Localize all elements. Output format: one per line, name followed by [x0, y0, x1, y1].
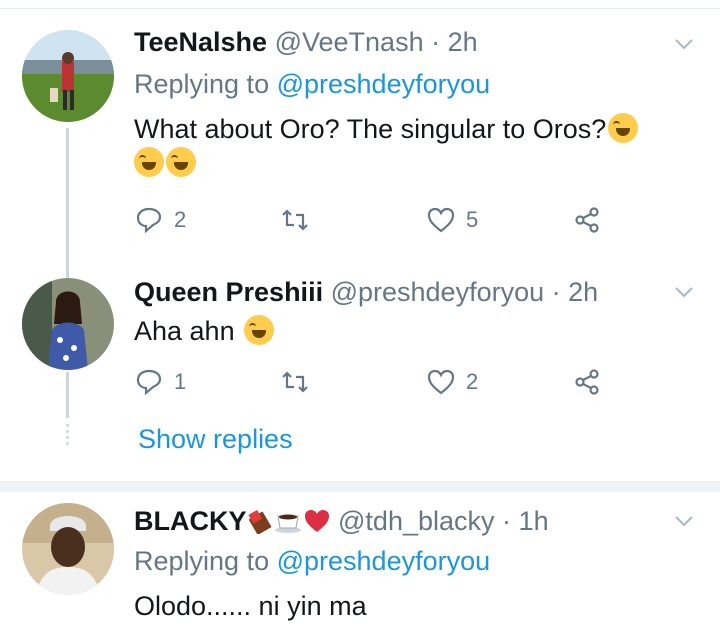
separator: ·	[551, 277, 561, 307]
display-name[interactable]: BLACKY	[134, 506, 247, 536]
separator: ·	[502, 506, 512, 536]
chevron-down-icon[interactable]	[672, 32, 696, 56]
tweet-text: Aha ahn	[134, 314, 275, 348]
tweet-text: What about Oro? The singular to Oros?	[134, 112, 639, 180]
replying-prefix: Replying to	[134, 69, 270, 99]
laughing-emoji-icon	[134, 147, 164, 177]
tweet-header: Queen Preshiii @preshdeyforyou · 2h	[134, 276, 598, 308]
retweet-icon	[282, 371, 308, 393]
separator: ·	[431, 27, 441, 57]
tweet-text-line: Olodo...... ni yin ma	[134, 591, 367, 621]
like-count: 5	[466, 207, 479, 232]
thread-line	[66, 128, 69, 278]
tweet-text-line: What about Oro? The singular to Oros?	[134, 114, 607, 144]
avatar[interactable]	[22, 278, 114, 370]
avatar[interactable]	[22, 30, 114, 122]
replying-to: Replying to @preshdeyforyou	[134, 545, 490, 577]
replying-to: Replying to @preshdeyforyou	[134, 68, 490, 100]
chocolate-icon	[247, 509, 272, 536]
display-name[interactable]: Queen Preshiii	[134, 277, 323, 307]
handle[interactable]: @tdh_blacky	[338, 506, 495, 536]
reply-button[interactable]: 2	[134, 205, 186, 235]
tweet-blacky[interactable]: BLACKY @tdh_blacky · 1h Replying to @pre…	[0, 491, 720, 637]
display-name[interactable]: TeeNalshe	[134, 27, 267, 57]
share-button[interactable]	[572, 367, 602, 397]
tweet-text: Olodo...... ni yin ma	[134, 589, 367, 623]
timestamp[interactable]: 1h	[519, 506, 549, 536]
like-count: 2	[466, 369, 479, 394]
like-button[interactable]: 5	[426, 205, 478, 235]
handle[interactable]: @VeeTnash	[275, 27, 424, 57]
reply-count: 2	[174, 207, 187, 232]
chevron-down-icon[interactable]	[672, 509, 696, 533]
chevron-down-icon[interactable]	[672, 280, 696, 304]
laughing-emoji-icon	[608, 113, 639, 143]
tweet-queen-preshiii[interactable]: Queen Preshiii @preshdeyforyou · 2h Aha …	[0, 270, 720, 480]
reply-count: 1	[174, 369, 187, 394]
retweet-button[interactable]	[280, 367, 320, 397]
timestamp[interactable]: 2h	[568, 277, 598, 307]
share-button[interactable]	[572, 205, 602, 235]
thread-line	[66, 372, 69, 418]
handle[interactable]: @preshdeyforyou	[331, 277, 545, 307]
timestamp[interactable]: 2h	[448, 27, 478, 57]
grinning-sweat-emoji-icon	[244, 315, 275, 345]
mention-link[interactable]: @preshdeyforyou	[277, 69, 491, 99]
tweet-actions: 2 5	[134, 205, 614, 245]
tweet-text-line: Aha ahn	[134, 316, 235, 346]
laughing-emoji-icon	[166, 147, 196, 177]
tweet-teenalshe[interactable]: TeeNalshe @VeeTnash · 2h Replying to @pr…	[0, 0, 720, 278]
share-icon	[575, 207, 599, 233]
avatar[interactable]	[22, 503, 114, 595]
coffee-icon	[274, 514, 301, 533]
reply-icon	[136, 207, 162, 234]
heart-icon	[427, 369, 455, 395]
replying-prefix: Replying to	[134, 546, 270, 576]
tweet-header: BLACKY @tdh_blacky · 1h	[134, 505, 549, 537]
retweet-button[interactable]	[280, 205, 320, 235]
reply-icon	[136, 369, 162, 396]
share-icon	[575, 369, 599, 395]
like-button[interactable]: 2	[426, 367, 478, 397]
retweet-icon	[282, 209, 308, 231]
heart-icon	[427, 207, 455, 233]
red-heart-icon	[304, 510, 329, 532]
reply-button[interactable]: 1	[134, 367, 186, 397]
show-replies-link[interactable]: Show replies	[138, 424, 293, 455]
tweet-header: TeeNalshe @VeeTnash · 2h	[134, 26, 478, 58]
tweet-actions: 1 2	[134, 367, 614, 407]
thread-dots	[66, 424, 69, 448]
mention-link[interactable]: @preshdeyforyou	[277, 546, 491, 576]
